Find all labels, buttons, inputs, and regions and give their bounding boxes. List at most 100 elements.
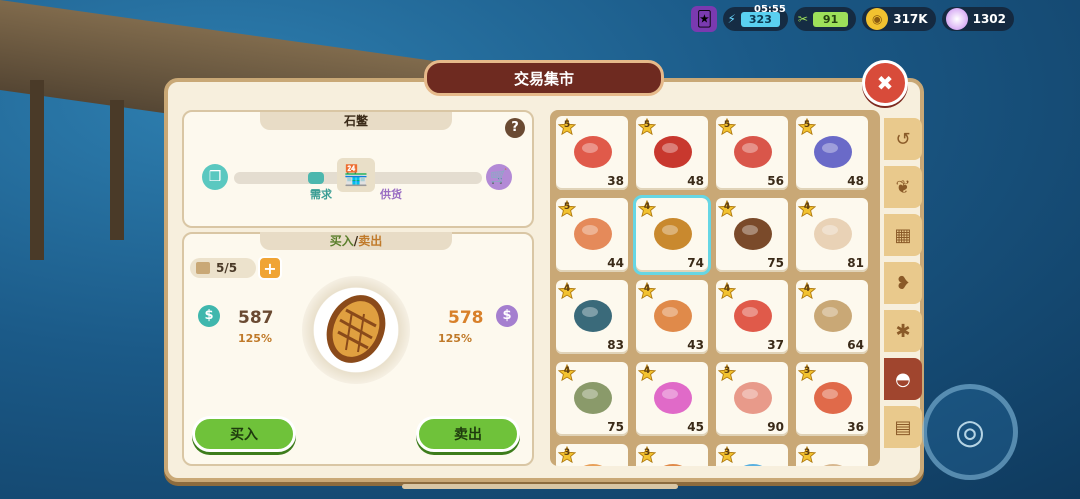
- close-button[interactable]: ✖: [862, 60, 908, 106]
- scallop-icon: [734, 382, 772, 414]
- grid-item[interactable]: 3: [796, 444, 868, 466]
- shrimp-icon: [583, 464, 603, 466]
- item-count: 90: [767, 420, 784, 434]
- dive-button[interactable]: ◎: [922, 384, 1018, 480]
- grid-item[interactable]: 4 64: [796, 280, 868, 354]
- history-icon: ↺: [895, 128, 911, 150]
- grid-item[interactable]: 5 38: [556, 116, 628, 190]
- sea-anemone-icon: [654, 382, 692, 414]
- grid-item[interactable]: 3: [636, 444, 708, 466]
- buy-coin-icon: $: [198, 305, 220, 327]
- buy-percent: 125%: [238, 332, 272, 345]
- grid-item[interactable]: 5 48: [636, 116, 708, 190]
- category-tab[interactable]: ◓: [884, 358, 922, 400]
- window-title: 交易集市: [424, 60, 664, 96]
- help-icon[interactable]: ?: [505, 118, 525, 138]
- category-tab[interactable]: ▤: [884, 406, 922, 448]
- item-count: 45: [687, 420, 704, 434]
- sell-percent: 125%: [438, 332, 472, 345]
- nautilus-icon: [814, 382, 852, 414]
- demand-label: 需求: [310, 188, 332, 201]
- sea-cucumber-icon: [734, 218, 772, 250]
- sell-button[interactable]: 卖出: [416, 416, 520, 452]
- trade-title-buy: 买入: [329, 234, 354, 248]
- grid-item[interactable]: 4 75: [556, 362, 628, 436]
- shell-icon: [823, 464, 843, 466]
- gem-counter[interactable]: 1302: [941, 7, 1014, 31]
- dock-pillar: [110, 100, 124, 240]
- item-count: 64: [847, 338, 864, 352]
- oyster-icon: [814, 300, 852, 332]
- cart-icon: 🛒: [486, 164, 512, 190]
- item-count: 56: [767, 174, 784, 188]
- crab-icon: [574, 136, 612, 168]
- item-count: 75: [767, 256, 784, 270]
- sea-urchin-icon: [814, 136, 852, 168]
- stamina-counter[interactable]: ✂ 91: [793, 7, 857, 31]
- category-tab[interactable]: ❦: [884, 166, 922, 208]
- crate-icon: [196, 262, 210, 274]
- grid-item[interactable]: 5 56: [716, 116, 788, 190]
- grid-item[interactable]: 3 36: [796, 362, 868, 436]
- buy-price: 587: [238, 308, 274, 328]
- supply-label: 供货: [380, 188, 402, 201]
- item-count: 74: [687, 256, 704, 270]
- add-stock-button[interactable]: +: [258, 256, 282, 280]
- grid-item[interactable]: 4 75: [716, 198, 788, 272]
- clam-icon: [574, 218, 612, 250]
- demand-indicator: [307, 172, 324, 184]
- grid-item[interactable]: 3: [556, 444, 628, 466]
- mail-card-icon[interactable]: 🃏: [691, 6, 718, 32]
- grid-item[interactable]: 4 45: [636, 362, 708, 436]
- category-tab[interactable]: ▦: [884, 214, 922, 256]
- grid-item[interactable]: 5 44: [556, 198, 628, 272]
- market-stall-icon: 🏪: [337, 158, 375, 192]
- grid-item[interactable]: 3 90: [716, 362, 788, 436]
- jellyfish-icon: [743, 464, 763, 466]
- starfish-icon: [734, 300, 772, 332]
- grid-item[interactable]: 5 48: [796, 116, 868, 190]
- coin-value: 317K: [893, 12, 928, 26]
- buy-button[interactable]: 买入: [192, 416, 296, 452]
- grid-item[interactable]: 4 83: [556, 280, 628, 354]
- item-count: 83: [607, 338, 624, 352]
- item-count: 43: [687, 338, 704, 352]
- box-icon: ❒: [202, 164, 228, 190]
- beetle-icon: ✱: [895, 320, 911, 342]
- grid-item[interactable]: 4 81: [796, 198, 868, 272]
- item-count: 36: [847, 420, 864, 434]
- chiton-icon: [326, 295, 386, 363]
- category-tab[interactable]: ❥: [884, 262, 922, 304]
- grid-item[interactable]: 3: [716, 444, 788, 466]
- coin-counter[interactable]: ◉ 317K: [862, 7, 936, 31]
- item-count: 48: [687, 174, 704, 188]
- stamina-value: 91: [812, 11, 849, 27]
- category-tab[interactable]: ↺: [884, 118, 922, 160]
- pearl-icon: [945, 8, 968, 30]
- grid-item[interactable]: 4 37: [716, 280, 788, 354]
- dock-pillar: [30, 80, 44, 260]
- fish-icon: [663, 464, 683, 466]
- lightning-icon: ⚡: [727, 12, 736, 26]
- crate-icon: ▦: [894, 224, 912, 246]
- grid-item[interactable]: 4 43: [636, 280, 708, 354]
- fork-knife-icon: ✂: [797, 12, 808, 26]
- lobster-icon: [654, 136, 692, 168]
- close-icon: ✖: [876, 71, 894, 95]
- item-grid: 5 38 5 48 5 56 5 48 5 44 4 74 4 75 4 81 4 83 4 43 4 37 4 64 4 75 4…: [550, 110, 880, 466]
- item-name: 石鳖: [260, 112, 452, 130]
- top-hud: 🃏 ⚡ 323 ✂ 91 ◉ 317K 1302: [691, 6, 1014, 32]
- scroll-indicator[interactable]: [402, 484, 678, 489]
- gem-value: 1302: [972, 12, 1006, 26]
- chiton-icon: [654, 218, 692, 250]
- mussel-icon: [574, 382, 612, 414]
- cargo-icon: ▤: [894, 416, 912, 438]
- item-count: 38: [607, 174, 624, 188]
- coin-icon: ◉: [866, 8, 889, 30]
- trade-title-sell: 卖出: [358, 234, 383, 248]
- sell-price: 578: [448, 308, 484, 328]
- trade-title: 买入/卖出: [260, 232, 452, 250]
- category-tab[interactable]: ✱: [884, 310, 922, 352]
- hermit-crab-icon: [654, 300, 692, 332]
- grid-item[interactable]: 4 74: [633, 195, 711, 275]
